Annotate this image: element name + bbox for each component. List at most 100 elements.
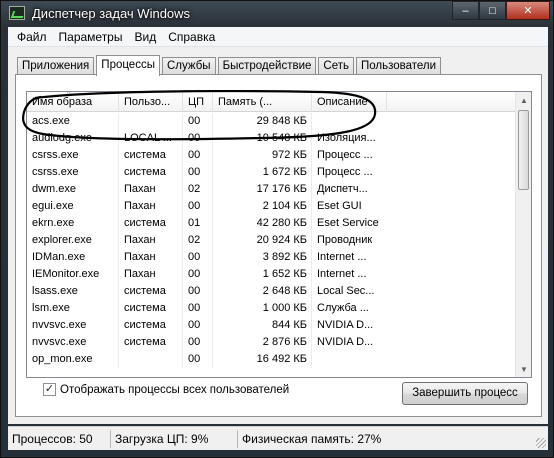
column-user[interactable]: Пользо...: [119, 92, 183, 112]
list-header: ^ Имя образа Пользо... ЦП Память (... Оп…: [27, 92, 516, 112]
table-row[interactable]: ekrn.exe система 01 42 280 КБ Eset Service: [27, 215, 516, 232]
process-cpu-cell: 00: [183, 334, 213, 351]
process-memory-cell: 29 848 КБ: [213, 113, 312, 130]
table-row[interactable]: csrss.exe система 00 1 672 КБ Процесс ...: [27, 164, 516, 181]
process-user-cell: Пахан: [119, 249, 183, 266]
process-memory-cell: 1 000 КБ: [213, 300, 312, 317]
process-cpu-cell: 00: [183, 266, 213, 283]
tab-processes[interactable]: Процессы: [96, 55, 160, 76]
table-row[interactable]: IEMonitor.exe Пахан 00 1 652 КБ Internet ...: [27, 266, 516, 283]
minimize-button[interactable]: –: [452, 1, 479, 20]
column-memory[interactable]: Память (...: [213, 92, 312, 112]
column-description[interactable]: Описание: [312, 92, 387, 112]
process-cpu-cell: 00: [183, 317, 213, 334]
table-row[interactable]: nvvsvc.exe система 00 2 876 КБ NVIDIA D...: [27, 334, 516, 351]
tab-network[interactable]: Сеть: [318, 57, 354, 75]
table-row[interactable]: op_mon.exe 00 16 492 КБ: [27, 351, 516, 368]
process-description-cell: [312, 351, 387, 368]
menu-view[interactable]: Вид: [128, 30, 162, 44]
column-image-name-label: Имя образа: [32, 96, 93, 108]
status-cpu-usage: Загрузка ЦП: 9%: [111, 429, 238, 448]
table-row[interactable]: dwm.exe Пахан 02 17 176 КБ Диспетч...: [27, 181, 516, 198]
menu-file[interactable]: Файл: [11, 30, 53, 44]
process-memory-cell: 972 КБ: [213, 147, 312, 164]
table-row[interactable]: csrss.exe система 00 972 КБ Процесс ...: [27, 147, 516, 164]
process-description-cell: Internet ...: [317, 251, 367, 263]
process-description-cell: Local Sec...: [317, 285, 375, 297]
table-row[interactable]: acs.exe 00 29 848 КБ: [27, 113, 516, 130]
process-user-cell: Пахан: [119, 232, 183, 249]
process-cpu-cell: 00: [183, 147, 213, 164]
process-description-cell: NVIDIA D...: [317, 336, 374, 348]
process-user-cell: Пахан: [119, 181, 183, 198]
process-memory-cell: 1 652 КБ: [213, 266, 312, 283]
status-physical-memory: Физическая память: 27%: [242, 431, 382, 446]
caption-buttons: – □ ✕: [452, 1, 550, 20]
tab-applications[interactable]: Приложения: [17, 57, 95, 75]
process-cpu-cell: 00: [183, 283, 213, 300]
process-user-cell: Пахан: [119, 266, 183, 283]
menu-options[interactable]: Параметры: [53, 30, 129, 44]
tab-strip: Приложения Процессы Службы Быстродействи…: [17, 55, 443, 76]
process-description-cell: Диспетч...: [317, 183, 368, 195]
process-name-cell: csrss.exe: [27, 147, 119, 164]
scroll-thumb[interactable]: [518, 110, 529, 190]
menu-help[interactable]: Справка: [162, 30, 221, 44]
process-user-cell: система: [119, 334, 183, 351]
show-all-users-checkbox[interactable]: ✓: [43, 383, 56, 396]
process-name-cell: IDMan.exe: [27, 249, 119, 266]
table-row[interactable]: nvvsvc.exe система 00 844 КБ NVIDIA D...: [27, 317, 516, 334]
table-row[interactable]: egui.exe Пахан 00 2 104 КБ Eset GUI: [27, 198, 516, 215]
process-user-cell: [119, 351, 183, 368]
process-user-cell: Пахан: [119, 198, 183, 215]
process-memory-cell: 844 КБ: [213, 317, 312, 334]
scroll-down-arrow-icon[interactable]: ▼: [516, 361, 531, 377]
process-memory-cell: 42 280 КБ: [213, 215, 312, 232]
resize-grip-icon[interactable]: [536, 438, 546, 448]
process-name-cell: IEMonitor.exe: [27, 266, 119, 283]
title-bar[interactable]: Диспетчер задач Windows – □ ✕: [1, 1, 554, 27]
task-manager-window: Диспетчер задач Windows – □ ✕ Файл Парам…: [0, 0, 554, 458]
tab-performance[interactable]: Быстродействие: [217, 57, 317, 75]
process-name-cell: nvvsvc.exe: [27, 317, 119, 334]
process-memory-cell: 20 924 КБ: [213, 232, 312, 249]
process-cpu-cell: 00: [183, 130, 213, 147]
scroll-up-arrow-icon[interactable]: ▲: [516, 92, 531, 108]
tab-services[interactable]: Службы: [161, 57, 216, 75]
process-cpu-cell: 00: [183, 249, 213, 266]
process-memory-cell: 2 104 КБ: [213, 198, 312, 215]
table-row[interactable]: lsm.exe система 00 1 000 КБ Служба ...: [27, 300, 516, 317]
process-name-cell: dwm.exe: [27, 181, 119, 198]
process-description-cell: Internet ...: [317, 268, 367, 280]
status-bar: Процессов: 50 Загрузка ЦП: 9% Физическая…: [8, 426, 548, 450]
process-user-cell: система: [119, 147, 183, 164]
process-cpu-cell: 00: [183, 300, 213, 317]
process-list[interactable]: ^ Имя образа Пользо... ЦП Память (... Оп…: [26, 91, 532, 378]
process-name-cell: lsm.exe: [27, 300, 119, 317]
vertical-scrollbar[interactable]: ▲ ▼: [515, 92, 531, 377]
client-area: Файл Параметры Вид Справка Приложения Пр…: [8, 27, 548, 424]
status-process-count: Процессов: 50: [8, 429, 111, 448]
table-row[interactable]: IDMan.exe Пахан 00 3 892 КБ Internet ...: [27, 249, 516, 266]
table-row[interactable]: explorer.exe Пахан 02 20 924 КБ Проводник: [27, 232, 516, 249]
maximize-button[interactable]: □: [479, 1, 506, 20]
table-row[interactable]: lsass.exe система 00 2 648 КБ Local Sec...: [27, 283, 516, 300]
process-memory-cell: 17 176 КБ: [213, 181, 312, 198]
table-row[interactable]: audiodg.exe LOCAL ... 00 10 548 КБ Изоляция.…: [27, 130, 516, 147]
show-all-users-option[interactable]: ✓ Отображать процессы всех пользователей: [43, 383, 289, 396]
process-name-cell: nvvsvc.exe: [27, 334, 119, 351]
process-name-cell: op_mon.exe: [27, 351, 119, 368]
process-description-cell: [312, 113, 387, 130]
process-memory-cell: 2 648 КБ: [213, 283, 312, 300]
column-cpu[interactable]: ЦП: [183, 92, 213, 112]
process-name-cell: acs.exe: [27, 113, 119, 130]
window-title: Диспетчер задач Windows: [32, 6, 191, 21]
end-process-button[interactable]: Завершить процесс: [402, 382, 528, 405]
process-description-cell: Процесс ...: [317, 166, 373, 178]
close-button[interactable]: ✕: [506, 1, 550, 20]
column-image-name[interactable]: ^ Имя образа: [27, 92, 119, 112]
process-description-cell: Изоляция...: [317, 132, 376, 144]
tab-users[interactable]: Пользователи: [356, 57, 442, 75]
process-user-cell: система: [119, 283, 183, 300]
process-name-cell: csrss.exe: [27, 164, 119, 181]
